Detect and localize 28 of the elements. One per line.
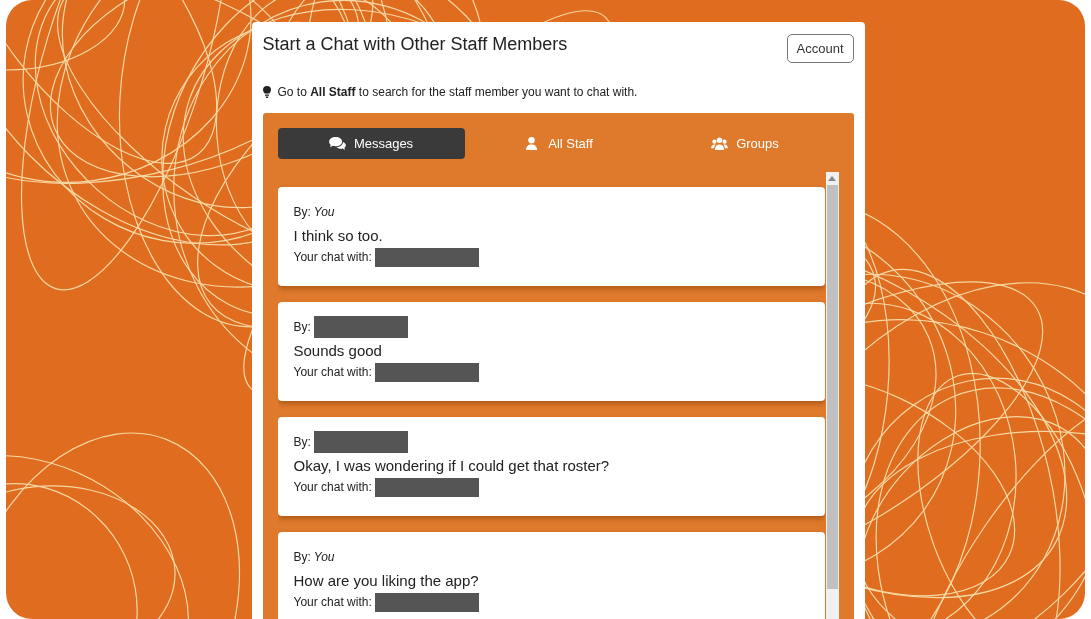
scroll-up-arrow-icon[interactable] bbox=[828, 176, 836, 181]
author-name: You bbox=[313, 550, 335, 564]
chat-with-label: Your chat with: bbox=[293, 250, 372, 264]
author-name: You bbox=[313, 205, 335, 219]
chat-with-label: Your chat with: bbox=[293, 480, 372, 494]
hint-text: Go to All Staff to search for the staff member you want to chat with. bbox=[277, 85, 638, 99]
chat-with-label: Your chat with: bbox=[293, 595, 372, 609]
chat-bubbles-icon bbox=[328, 137, 346, 150]
message-card[interactable]: By: You I think so too. Your chat with: bbox=[277, 187, 825, 286]
people-icon bbox=[711, 137, 729, 150]
message-text: Okay, I was wondering if I could get that roster? bbox=[293, 457, 611, 474]
scrollbar-thumb[interactable] bbox=[826, 185, 838, 589]
page-title: Start a Chat with Other Staff Members bbox=[262, 34, 568, 55]
author-label: By: bbox=[293, 435, 311, 449]
message-card[interactable]: By: Okay, I was wondering if I could get that roster? Your chat with: bbox=[277, 417, 825, 516]
message-card[interactable]: By: Sounds good Your chat with: bbox=[277, 302, 825, 401]
author-label: By: bbox=[293, 320, 311, 334]
author-label: By: bbox=[293, 550, 311, 564]
message-text: How are you liking the app? bbox=[293, 572, 480, 589]
chat-with-label: Your chat with: bbox=[293, 365, 372, 379]
scrollbar[interactable] bbox=[825, 172, 839, 619]
message-text: Sounds good bbox=[293, 342, 383, 359]
account-button[interactable]: Account bbox=[786, 34, 854, 63]
lightbulb-icon bbox=[262, 86, 271, 98]
message-card[interactable]: By: You How are you liking the app? Your chat with: bbox=[277, 532, 825, 619]
message-text: I think so too. bbox=[293, 227, 384, 244]
author-label: By: bbox=[293, 205, 311, 219]
tab[interactable]: Messages bbox=[277, 128, 465, 159]
